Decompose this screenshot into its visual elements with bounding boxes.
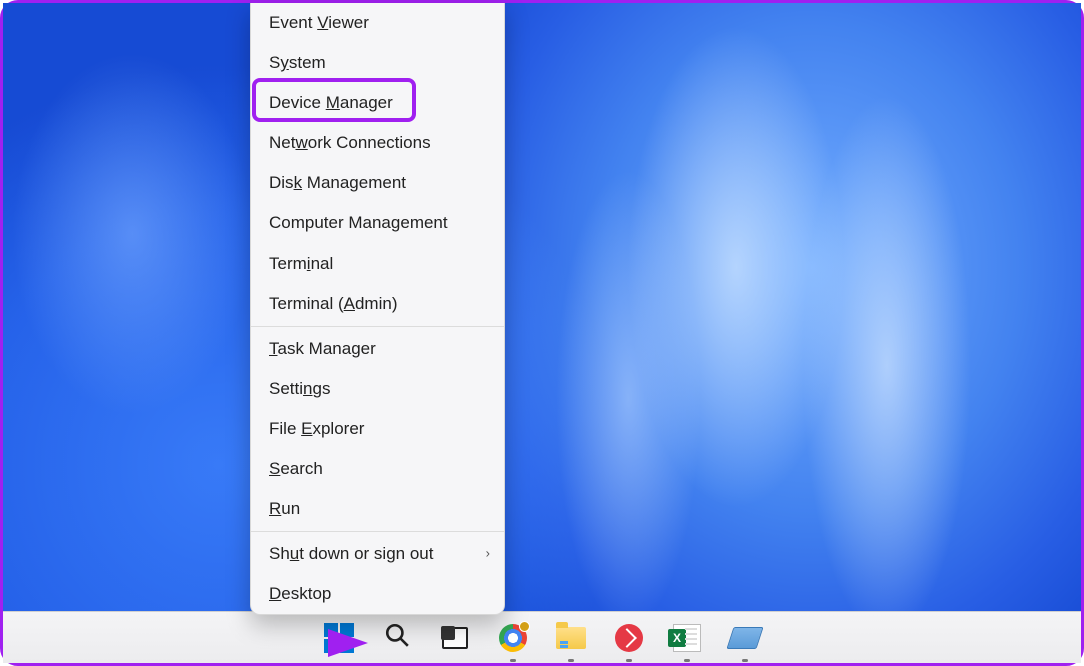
chrome-icon xyxy=(499,624,527,652)
menu-label-key: g xyxy=(391,213,400,232)
menu-item-desktop[interactable]: Desktop xyxy=(251,574,504,614)
menu-label-pre: Setti xyxy=(269,379,303,398)
menu-label-key: u xyxy=(290,544,299,563)
menu-label-key: A xyxy=(344,294,355,313)
excel-icon xyxy=(673,624,701,652)
menu-label-key: n xyxy=(303,379,312,398)
menu-label-pre: S xyxy=(269,53,280,72)
windows-logo-icon xyxy=(324,623,354,653)
search-icon xyxy=(384,622,410,653)
menu-label-key: E xyxy=(301,419,312,438)
menu-label-pre: Sh xyxy=(269,544,290,563)
folder-icon xyxy=(556,627,586,649)
start-button[interactable] xyxy=(319,618,359,658)
menu-label-post: stem xyxy=(289,53,326,72)
menu-label-key: D xyxy=(269,584,281,603)
todoist-app[interactable] xyxy=(609,618,649,658)
profile-badge-icon xyxy=(519,621,530,632)
menu-item-run[interactable]: Run xyxy=(251,489,504,529)
menu-item-task-manager[interactable]: Task Manager xyxy=(251,329,504,369)
menu-label-pre: Event xyxy=(269,13,317,32)
menu-label-post: dmin) xyxy=(355,294,398,313)
menu-label-pre: File xyxy=(269,419,301,438)
menu-label-key: T xyxy=(269,339,278,358)
file-explorer-app[interactable] xyxy=(551,618,591,658)
menu-item-event-viewer[interactable]: Event Viewer xyxy=(251,3,504,43)
menu-label-post: ask Manager xyxy=(278,339,376,358)
excel-app[interactable] xyxy=(667,618,707,658)
menu-label-pre: Dis xyxy=(269,173,294,192)
menu-label-post: iewer xyxy=(328,13,369,32)
menu-label-key: M xyxy=(326,93,340,112)
menu-item-device-manager[interactable]: Device Manager xyxy=(251,83,504,123)
menu-item-computer-management[interactable]: Computer Management xyxy=(251,203,504,243)
menu-separator xyxy=(251,531,504,532)
menu-item-shut-down-or-sign-out[interactable]: Shut down or sign out › xyxy=(251,534,504,574)
menu-label-post: Management xyxy=(302,173,406,192)
menu-item-settings[interactable]: Settings xyxy=(251,369,504,409)
app-icon xyxy=(615,624,643,652)
menu-label-pre: Computer Mana xyxy=(269,213,391,232)
menu-label-post: xplorer xyxy=(312,419,364,438)
menu-label-key: V xyxy=(317,13,328,32)
task-view-button[interactable] xyxy=(435,618,475,658)
menu-label-pre: Terminal ( xyxy=(269,294,344,313)
run-app[interactable] xyxy=(725,618,765,658)
menu-item-terminal-admin[interactable]: Terminal (Admin) xyxy=(251,284,504,324)
menu-label-pre: Device xyxy=(269,93,326,112)
menu-label-post: earch xyxy=(280,459,323,478)
menu-label-key: S xyxy=(269,459,280,478)
menu-label-key: R xyxy=(269,499,281,518)
desktop-wallpaper xyxy=(3,3,1081,663)
menu-label-post: un xyxy=(281,499,300,518)
menu-label-post: ork Connections xyxy=(308,133,431,152)
menu-item-file-explorer[interactable]: File Explorer xyxy=(251,409,504,449)
menu-item-system[interactable]: System xyxy=(251,43,504,83)
search-button[interactable] xyxy=(377,618,417,658)
menu-item-search[interactable]: Search xyxy=(251,449,504,489)
menu-item-network-connections[interactable]: Network Connections xyxy=(251,123,504,163)
menu-label-pre: Term xyxy=(269,254,307,273)
menu-label-post: anager xyxy=(340,93,393,112)
menu-item-terminal[interactable]: Terminal xyxy=(251,244,504,284)
task-view-icon xyxy=(442,627,468,649)
menu-label-post: nal xyxy=(311,254,334,273)
menu-label-post: ement xyxy=(400,213,447,232)
menu-label-key: y xyxy=(280,53,289,72)
menu-label-post: esktop xyxy=(281,584,331,603)
taskbar xyxy=(3,611,1081,663)
menu-separator xyxy=(251,326,504,327)
chevron-right-icon: › xyxy=(486,546,490,563)
menu-label-key: k xyxy=(294,173,303,192)
menu-item-disk-management[interactable]: Disk Management xyxy=(251,163,504,203)
winx-context-menu: Event ViewerSystemDevice ManagerNetwork … xyxy=(250,3,505,615)
menu-label-key: w xyxy=(295,133,307,152)
run-icon xyxy=(726,627,763,649)
chrome-app[interactable] xyxy=(493,618,533,658)
menu-label-post: gs xyxy=(313,379,331,398)
menu-label-post: t down or sign out xyxy=(299,544,433,563)
menu-label-pre: Net xyxy=(269,133,295,152)
